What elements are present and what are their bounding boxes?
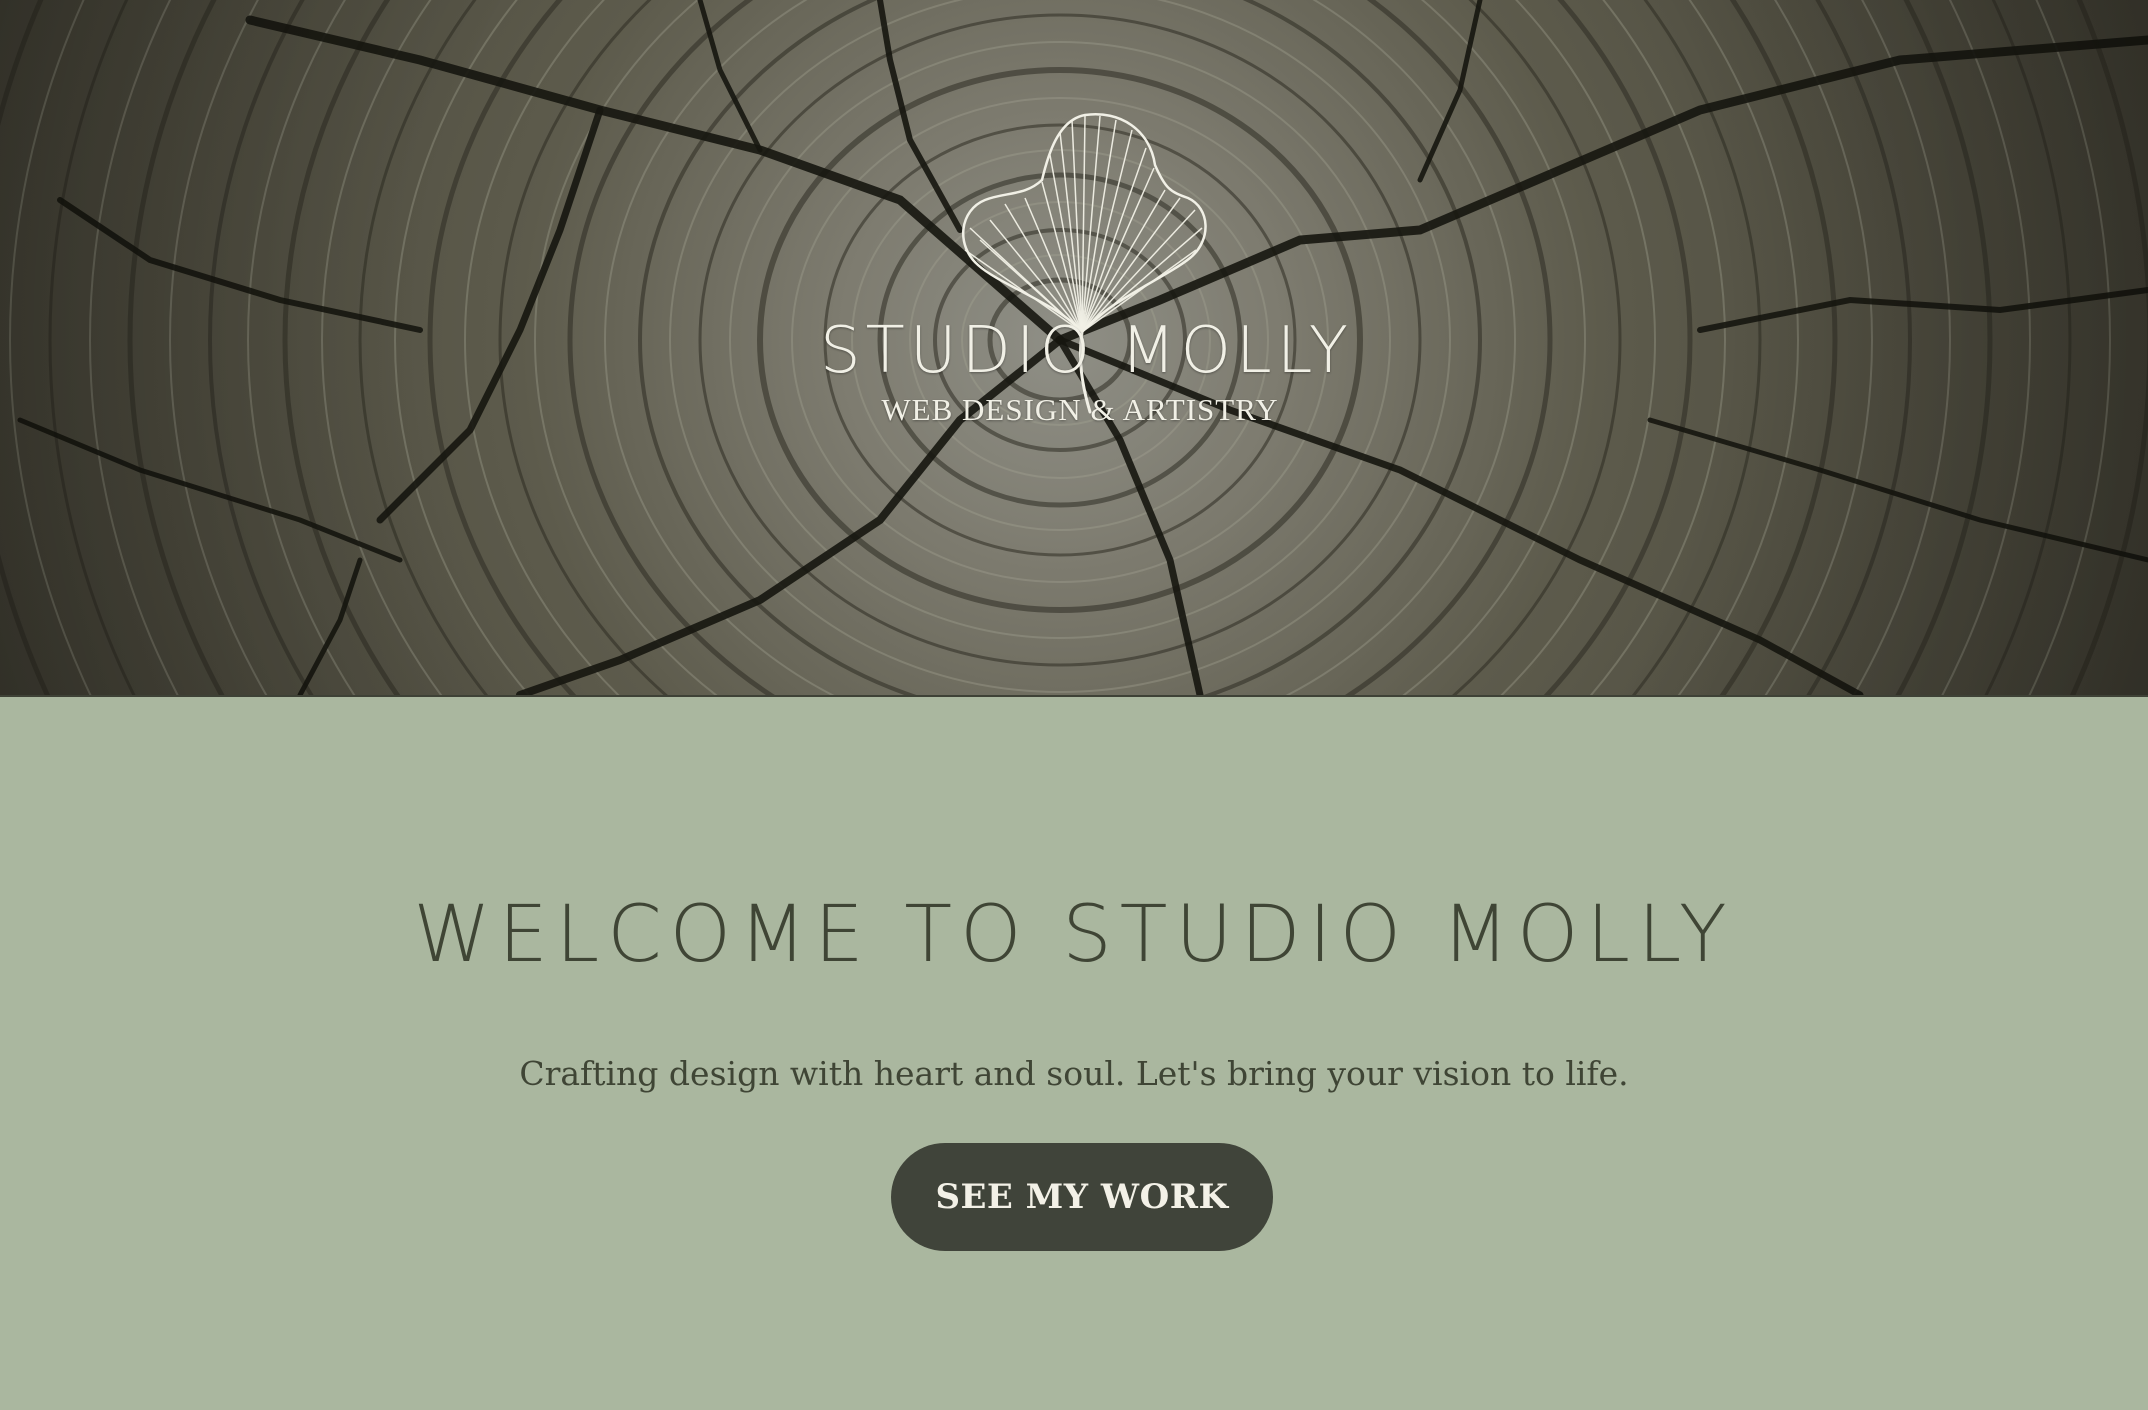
logo-title: STUDIO MOLLY	[820, 314, 1353, 388]
welcome-section: WELCOME TO STUDIO MOLLY Crafting design …	[0, 697, 2148, 1410]
logo-subtitle: WEB DESIGN & ARTISTRY	[881, 392, 1279, 427]
see-my-work-button[interactable]: SEE MY WORK	[891, 1143, 1273, 1251]
page: STUDIO MOLLY WEB DESIGN & ARTISTRY WELCO…	[0, 0, 2148, 1410]
hero-banner: STUDIO MOLLY WEB DESIGN & ARTISTRY	[0, 0, 2148, 697]
welcome-heading: WELCOME TO STUDIO MOLLY	[413, 890, 1735, 980]
studio-molly-logo[interactable]: STUDIO MOLLY WEB DESIGN & ARTISTRY	[820, 100, 1353, 430]
tagline-text: Crafting design with heart and soul. Let…	[519, 1054, 1629, 1093]
